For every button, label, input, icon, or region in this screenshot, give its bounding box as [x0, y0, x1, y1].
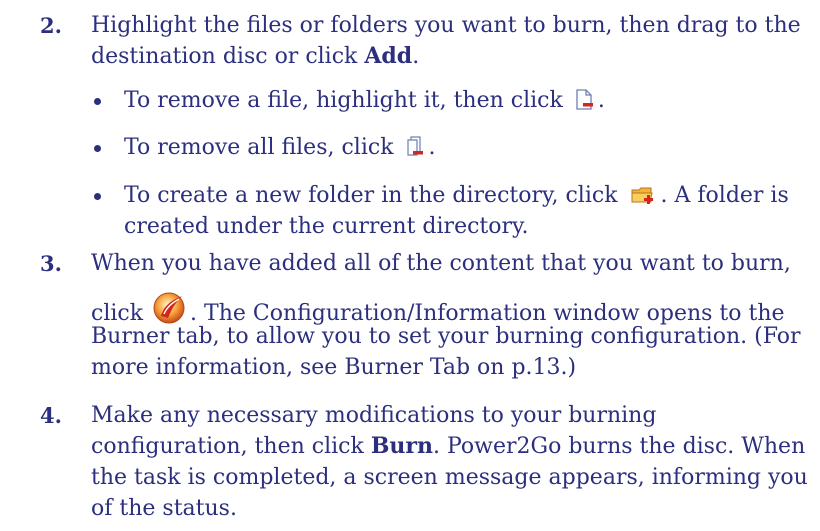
bullet-text: To remove all files, click: [124, 135, 394, 160]
bullet-text: .: [428, 135, 436, 160]
step-text: . Power2Go burns the disc. When: [433, 434, 806, 459]
step-text: Make any necessary modifications to your…: [91, 403, 657, 428]
bullet-dot: [94, 98, 101, 105]
step-text: Burner tab, to allow you to set your bur…: [91, 324, 801, 349]
step-number: 3.: [40, 251, 62, 276]
step-text: more information, see Burner Tab on p.13…: [91, 355, 577, 380]
step-text-line: Highlight the files or folders you want …: [91, 10, 811, 41]
bullet-text: To create a new folder in the directory,…: [124, 183, 618, 208]
burn-label: Burn: [370, 433, 433, 459]
step-text: Highlight the files or folders you want …: [91, 13, 801, 38]
bullet-text: created under the current directory.: [124, 214, 529, 239]
bullet-text: To remove a file, highlight it, then cli…: [124, 88, 563, 113]
remove-all-files-icon: [405, 136, 425, 167]
step-text: When you have added all of the content t…: [91, 251, 791, 276]
add-label: Add: [364, 43, 413, 69]
step-number: 2.: [40, 13, 62, 38]
step-text-line: destination disc or click Add.: [91, 41, 811, 72]
step-text: the task is completed, a screen message …: [91, 465, 808, 490]
step-number: 4.: [40, 403, 62, 428]
bullet-dot: [94, 193, 101, 200]
bullet-dot: [94, 145, 101, 152]
bullet-text: . A folder is: [660, 183, 789, 208]
step-text: .: [412, 44, 420, 69]
bullet-text: .: [597, 88, 605, 113]
step-text: of the status.: [91, 496, 237, 521]
step-text: destination disc or click: [91, 44, 365, 69]
remove-file-icon: [574, 89, 594, 120]
step-text: configuration, then click: [91, 434, 371, 459]
